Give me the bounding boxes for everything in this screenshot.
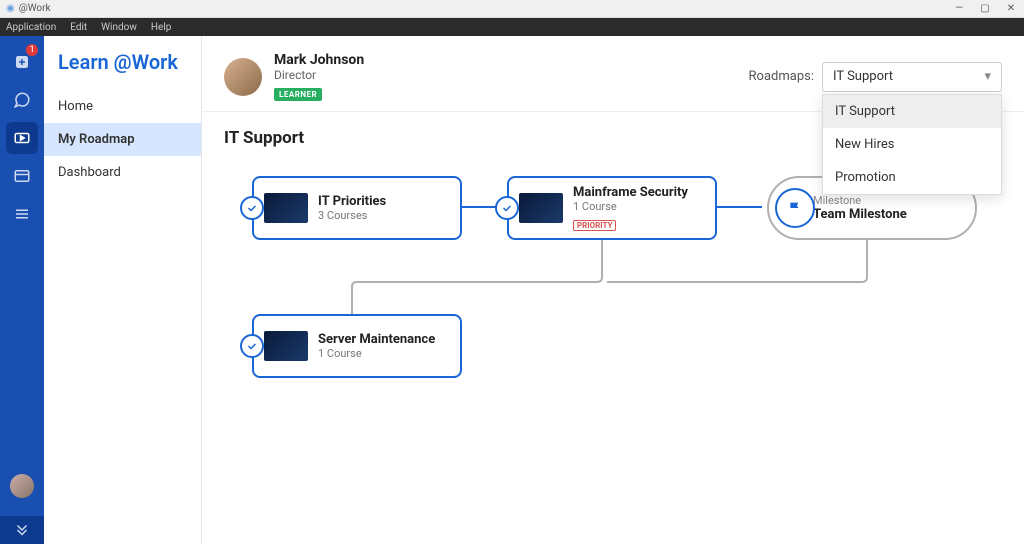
dropdown-option-it-support[interactable]: IT Support [823, 95, 1001, 128]
card-server-maintenance[interactable]: Server Maintenance 1 Course [252, 314, 462, 378]
roadmap-canvas: IT Priorities 3 Courses Mainframe Securi… [202, 152, 1024, 502]
dropdown-option-new-hires[interactable]: New Hires [823, 128, 1001, 161]
card-it-priorities[interactable]: IT Priorities 3 Courses [252, 176, 462, 240]
check-icon [495, 196, 519, 220]
menu-help[interactable]: Help [151, 22, 171, 33]
flag-icon [775, 188, 815, 228]
nav-home[interactable]: Home [44, 90, 201, 123]
menubar: Application Edit Window Help [0, 18, 1024, 36]
menu-icon[interactable] [6, 198, 38, 230]
window-title: @Work [19, 3, 51, 14]
user-badge: LEARNER [274, 88, 322, 101]
user-avatar[interactable] [224, 58, 262, 96]
roadmaps-label: Roadmaps: [749, 69, 814, 84]
icon-rail: 1 [0, 36, 44, 544]
user-role: Director [274, 68, 364, 82]
brand-title: Learn @Work [44, 50, 201, 90]
milestone-title: Team Milestone [813, 207, 907, 222]
card-thumbnail [519, 193, 563, 223]
maximize-button[interactable]: ▢ [978, 3, 992, 14]
menu-edit[interactable]: Edit [70, 22, 87, 33]
card-title: Mainframe Security [573, 185, 688, 200]
roadmaps-select[interactable]: IT Support ▾ [822, 62, 1002, 92]
chat-icon[interactable] [6, 84, 38, 116]
left-nav: Learn @Work Home My Roadmap Dashboard [44, 36, 202, 544]
menu-application[interactable]: Application [6, 22, 56, 33]
card-title: IT Priorities [318, 194, 386, 209]
roadmaps-selected: IT Support [833, 69, 893, 84]
card-thumbnail [264, 331, 308, 361]
dropdown-option-promotion[interactable]: Promotion [823, 161, 1001, 194]
check-icon [240, 334, 264, 358]
chevron-down-icon: ▾ [984, 69, 991, 84]
card-meta: 1 Course [573, 200, 688, 213]
card-mainframe-security[interactable]: Mainframe Security 1 Course PRIORITY [507, 176, 717, 240]
rail-bottom-icon[interactable] [0, 516, 44, 544]
card-meta: 1 Course [318, 347, 435, 360]
priority-badge: PRIORITY [573, 220, 616, 231]
titlebar: ◉ @Work — ▢ ✕ [0, 0, 1024, 18]
nav-dashboard[interactable]: Dashboard [44, 156, 201, 189]
card-meta: 3 Courses [318, 209, 386, 222]
card-thumbnail [264, 193, 308, 223]
user-name: Mark Johnson [274, 52, 364, 68]
milestone-label: Milestone [813, 194, 907, 207]
close-button[interactable]: ✕ [1004, 3, 1018, 14]
notification-badge[interactable]: 1 [26, 44, 38, 56]
card-title: Server Maintenance [318, 332, 435, 347]
video-icon[interactable] [6, 122, 38, 154]
card-icon[interactable] [6, 160, 38, 192]
check-icon [240, 196, 264, 220]
user-avatar-small[interactable] [10, 474, 34, 498]
nav-my-roadmap[interactable]: My Roadmap [44, 123, 201, 156]
menu-window[interactable]: Window [101, 22, 137, 33]
roadmaps-dropdown: IT Support New Hires Promotion [822, 94, 1002, 195]
minimize-button[interactable]: — [952, 3, 966, 14]
app-icon: ◉ [6, 3, 15, 14]
main-panel: Mark Johnson Director LEARNER Roadmaps: … [202, 36, 1024, 544]
